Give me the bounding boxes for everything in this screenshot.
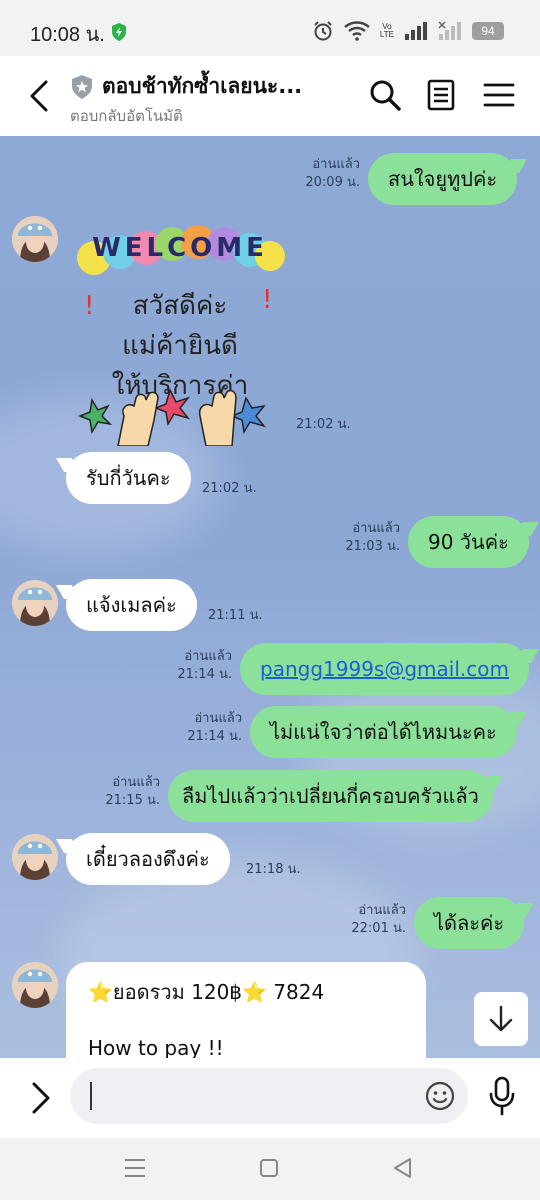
message-time: 21:02 น. — [296, 417, 351, 432]
recent-apps-icon[interactable] — [122, 1156, 148, 1180]
arrow-down-icon — [489, 1005, 513, 1032]
message-input[interactable] — [70, 1068, 468, 1124]
message-meta: อ่านแล้ว 21:14 น. — [177, 649, 232, 682]
message-bubble-incoming[interactable]: เดี๋ยวลองดึงค่ะ — [66, 833, 230, 885]
back-nav-icon[interactable] — [390, 1156, 416, 1180]
emoji-icon[interactable] — [424, 1080, 456, 1112]
message-bubble-outgoing[interactable]: สนใจยูทูปค่ะ — [368, 153, 518, 205]
message-time: 21:18 น. — [246, 862, 301, 877]
contact-avatar[interactable] — [12, 580, 58, 626]
avatar-image — [12, 580, 58, 626]
message-bubble-outgoing: pangg1999s@gmail.com — [240, 643, 529, 695]
sticker-line-1: สวัสดีค่ะ — [133, 291, 228, 321]
search-icon[interactable] — [368, 78, 402, 112]
signal-strength-icon — [405, 22, 427, 40]
notes-icon[interactable] — [424, 78, 458, 112]
svg-text:!: ! — [84, 291, 94, 321]
avatar-image — [12, 962, 58, 1008]
sticker-line-2: แม่ค้ายินดี — [122, 331, 238, 361]
status-bar: 10:08 น. Vo LTE 94 — [0, 0, 540, 56]
message-time: 21:02 น. — [202, 481, 257, 496]
message-meta: อ่านแล้ว 21:03 น. — [345, 521, 400, 554]
welcome-sticker[interactable]: WELCOME สวัสดีค่ะ แม่ค้ายินดี ให้บริการค… — [70, 220, 290, 446]
volte-indicator: Vo LTE — [379, 22, 394, 39]
chat-area[interactable]: อ่านแล้ว 20:09 น. สนใจยูทูปค่ะ WELCOME ส… — [0, 136, 540, 1058]
chat-header: ตอบช้าทักซ้ำเลยนะ... ตอบกลับอัตโนมัติ — [0, 56, 540, 136]
menu-icon[interactable] — [482, 78, 516, 112]
system-navigation-bar — [0, 1138, 540, 1200]
avatar-image — [12, 834, 58, 880]
alarm-icon — [314, 21, 332, 41]
message-time: 21:11 น. — [208, 608, 263, 623]
chat-subtitle: ตอบกลับอัตโนมัติ — [70, 107, 183, 125]
wifi-icon — [344, 21, 370, 41]
contact-avatar[interactable] — [12, 834, 58, 880]
battery-indicator: 94 — [472, 22, 504, 40]
microphone-icon[interactable] — [488, 1076, 516, 1116]
card-total-line: ⭐ยอดรวม 120฿⭐ 7824 — [88, 980, 325, 1004]
contact-avatar[interactable] — [12, 962, 58, 1008]
home-icon[interactable] — [256, 1156, 282, 1180]
message-meta: อ่านแล้ว 21:14 น. — [187, 711, 242, 744]
status-time: 10:08 น. — [30, 24, 105, 46]
message-meta: อ่านแล้ว 20:09 น. — [305, 157, 360, 190]
message-bubble-outgoing[interactable]: ได้ละค่ะ — [414, 897, 525, 949]
message-meta: อ่านแล้ว 21:15 น. — [105, 775, 160, 808]
security-shield-icon — [112, 23, 126, 41]
contact-avatar[interactable] — [12, 216, 58, 262]
payment-info-card[interactable]: ⭐ยอดรวม 120฿⭐ 7824 How to pay !! — [66, 962, 426, 1058]
signal-no-sim-icon — [438, 21, 461, 40]
message-input-bar — [0, 1058, 540, 1138]
chat-title: ตอบช้าทักซ้ำเลยนะ... — [102, 74, 303, 98]
message-bubble-incoming[interactable]: แจ้งเมลค่ะ — [66, 579, 197, 631]
back-arrow-icon[interactable] — [26, 78, 56, 114]
sticker-welcome-text: WELCOME — [92, 233, 268, 263]
message-bubble-incoming[interactable]: รับกี่วันคะ — [66, 452, 191, 504]
shield-badge-icon — [72, 74, 92, 99]
message-bubble-outgoing[interactable]: 90 วันค่ะ — [408, 516, 529, 568]
avatar-image — [12, 216, 58, 262]
scroll-to-bottom-button[interactable] — [474, 992, 528, 1046]
expand-arrow-icon[interactable] — [26, 1080, 54, 1116]
message-meta: อ่านแล้ว 22:01 น. — [351, 903, 406, 936]
card-pay-line: How to pay !! — [88, 1036, 224, 1058]
svg-text:!: ! — [262, 285, 272, 315]
message-bubble-outgoing[interactable]: ไม่แน่ใจว่าต่อได้ไหมนะคะ — [250, 706, 517, 758]
chat-title-group[interactable]: ตอบช้าทักซ้ำเลยนะ... — [70, 70, 302, 103]
text-cursor — [90, 1082, 92, 1110]
system-icons: Vo LTE 94 — [312, 20, 504, 42]
email-link[interactable]: pangg1999s@gmail.com — [260, 657, 509, 681]
message-bubble-outgoing[interactable]: ลืมไปแล้วว่าเปลี่ยนกี่ครอบครัวแล้ว — [168, 770, 493, 822]
